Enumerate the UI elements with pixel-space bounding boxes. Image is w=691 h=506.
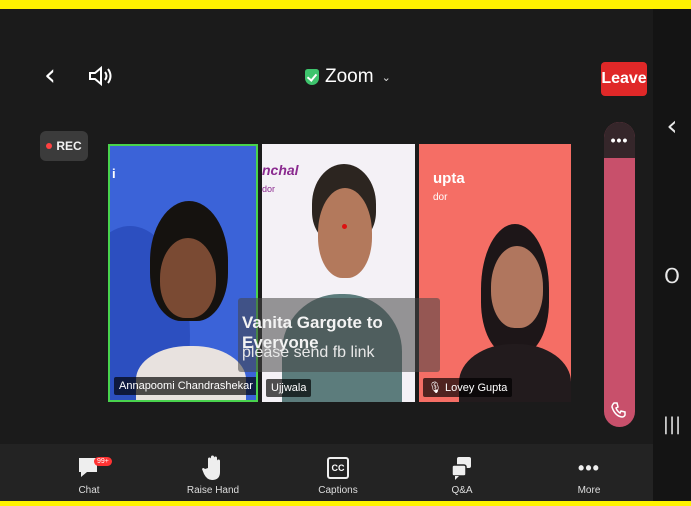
meeting-toolbar: 99+ Chat Raise Hand CC Captions Q&A ••• … <box>0 444 653 501</box>
bindi-dot <box>342 224 347 229</box>
chat-label: Chat <box>78 485 100 496</box>
qa-button[interactable]: Q&A <box>427 454 497 496</box>
system-back-icon[interactable]: ‹ <box>653 109 691 142</box>
qa-icon <box>451 457 471 480</box>
person-face <box>318 188 372 278</box>
chat-unread-badge: 99+ <box>94 457 112 466</box>
raise-hand-button[interactable]: Raise Hand <box>178 454 248 496</box>
meeting-title[interactable]: Zoom ⌄ <box>305 66 391 88</box>
hand-icon <box>202 455 220 480</box>
phone-icon[interactable] <box>610 401 628 419</box>
chat-preview-overlay[interactable]: Vanita Gargote to Everyone please send f… <box>238 298 440 372</box>
bottom-border <box>0 501 691 506</box>
chat-button[interactable]: 99+ Chat <box>54 454 124 496</box>
rec-label: REC <box>56 139 82 153</box>
video-tile-1[interactable]: i Annapoomi Chandrashekar <box>108 144 258 402</box>
speaker-icon[interactable] <box>86 62 114 90</box>
brand-text: nchal <box>262 162 299 178</box>
system-navigation-bar: ‹ O ||| <box>653 9 691 501</box>
zoom-app: ‹ Zoom ⌄ Leave REC i Annapoomi Chandrash… <box>0 0 653 501</box>
captions-label: Captions <box>318 485 358 496</box>
muted-mic-icon: 🎙 <box>428 382 442 394</box>
more-dots-icon: ••• <box>578 457 600 478</box>
meeting-title-text: Zoom <box>325 66 374 87</box>
person-face <box>491 246 543 328</box>
system-home-icon[interactable]: O <box>653 264 691 288</box>
brand-subtext: dor <box>262 184 276 194</box>
captions-icon: CC <box>327 457 349 479</box>
brand-subtext: dor <box>433 192 448 203</box>
chat-message: please send fb link <box>242 344 375 361</box>
back-icon[interactable]: ‹ <box>44 58 56 93</box>
leave-button[interactable]: Leave <box>601 62 647 96</box>
more-button[interactable]: ••• More <box>554 454 624 497</box>
raise-hand-label: Raise Hand <box>186 485 240 496</box>
video-tile-3[interactable]: upta dor 🎙 Lovey Gupta <box>419 144 571 402</box>
floating-side-panel[interactable]: ••• <box>604 122 635 427</box>
participant-name: Annapoomi Chandrashekar <box>114 377 256 395</box>
participant-name-text: Lovey Gupta <box>445 382 508 394</box>
more-label: More <box>577 485 601 496</box>
system-recents-icon[interactable]: ||| <box>653 414 691 435</box>
captions-button[interactable]: CC Captions <box>303 454 373 496</box>
brand-text: i <box>112 166 116 181</box>
top-border <box>0 0 691 9</box>
participant-name: Ujjwala <box>266 379 312 397</box>
person-face <box>160 238 216 318</box>
qa-label: Q&A <box>451 485 473 496</box>
participant-name: 🎙 Lovey Gupta <box>423 378 513 397</box>
record-dot-icon <box>46 143 53 149</box>
shield-icon <box>305 69 319 85</box>
brand-text: upta <box>433 170 465 187</box>
more-options-icon[interactable]: ••• <box>604 132 635 148</box>
chevron-down-icon: ⌄ <box>381 71 391 84</box>
recording-indicator: REC <box>40 131 88 161</box>
